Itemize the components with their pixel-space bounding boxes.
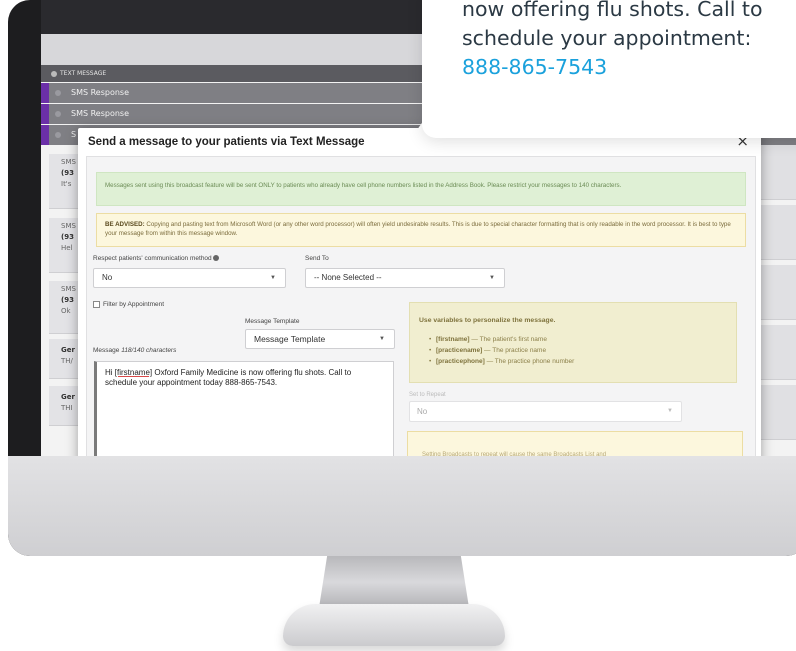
paste-warning-alert: BE ADVISED: Copying and pasting text fro… xyxy=(96,213,746,247)
row-dot-icon xyxy=(55,132,61,138)
message-line2: schedule your appointment today 888-865-… xyxy=(105,378,278,387)
respect-method-select[interactable]: No ▼ xyxy=(93,268,286,288)
repeat-select[interactable]: No ▼ xyxy=(409,401,682,422)
chat-bubble-icon xyxy=(51,70,57,77)
character-counter: 118/140 characters xyxy=(121,347,177,354)
filter-checkbox[interactable] xyxy=(93,301,100,308)
repeat-value: No xyxy=(417,407,428,416)
right-card xyxy=(761,385,796,440)
filter-by-appointment[interactable]: Filter by Appointment xyxy=(93,301,164,308)
repeat-label: Set to Repeat xyxy=(409,392,446,398)
respect-method-label-text: Respect patients' communication method xyxy=(93,255,212,262)
tab-text-message[interactable]: TEXT MESSAGE xyxy=(51,65,106,82)
bubble-phone: 888-865-7543 xyxy=(462,55,608,79)
bubble-line1: now offering flu shots. Call to xyxy=(462,0,763,21)
template-value: Message Template xyxy=(254,334,326,344)
chevron-down-icon: ▼ xyxy=(489,275,495,281)
monitor-chin xyxy=(8,456,796,556)
sms-response-label: SMS Response xyxy=(71,109,130,118)
card-text: TH/ xyxy=(61,357,73,365)
help-icon[interactable] xyxy=(213,255,220,261)
card-text: THI xyxy=(61,404,73,412)
sms-response-label: SMS Response xyxy=(71,88,130,97)
card-title: SMS xyxy=(61,222,76,230)
variable-item: [practicename] — The practice name xyxy=(429,347,547,354)
variables-panel: Use variables to personalize the message… xyxy=(409,302,737,383)
row-accent xyxy=(41,104,49,124)
sms-response-label: S xyxy=(71,130,77,139)
message-variable: [firstname] xyxy=(114,368,153,377)
chevron-down-icon: ▼ xyxy=(379,336,385,342)
send-to-label: Send To xyxy=(305,255,329,262)
right-card xyxy=(761,205,796,260)
row-dot-icon xyxy=(55,111,61,117)
right-card xyxy=(761,145,796,200)
bubble-line2: schedule your appointment: xyxy=(462,26,752,50)
chevron-down-icon: ▼ xyxy=(667,408,673,414)
send-to-select[interactable]: -- None Selected -- ▼ xyxy=(305,268,505,288)
send-to-value: -- None Selected -- xyxy=(314,273,382,282)
monitor-stand-base xyxy=(283,604,505,646)
chevron-down-icon: ▼ xyxy=(270,275,276,281)
message-prefix: Hi xyxy=(105,368,115,377)
variable-name: [practicephone] xyxy=(436,358,485,365)
message-label: Message 118/140 characters xyxy=(93,347,176,354)
variable-desc: — The patient's first name xyxy=(469,336,547,343)
message-template-select[interactable]: Message Template ▼ xyxy=(245,329,395,349)
delivery-info-alert: Messages sent using this broadcast featu… xyxy=(96,172,746,206)
warning-label: BE ADVISED: xyxy=(105,221,145,228)
card-text: Ok xyxy=(61,307,71,315)
message-line1: Oxford Family Medicine is now offering f… xyxy=(152,368,352,377)
variables-title: Use variables to personalize the message… xyxy=(419,317,556,324)
row-dot-icon xyxy=(55,90,61,96)
modal-title: Send a message to your patients via Text… xyxy=(88,136,365,148)
row-accent xyxy=(41,83,49,103)
filter-label: Filter by Appointment xyxy=(103,301,165,308)
tab-text-message-label: TEXT MESSAGE xyxy=(60,70,107,77)
card-text: It's xyxy=(61,180,72,188)
variable-desc: — The practice phone number xyxy=(484,358,575,365)
right-card xyxy=(761,265,796,320)
row-accent xyxy=(41,125,49,145)
variable-name: [practicename] xyxy=(436,347,483,354)
modal-body: Messages sent using this broadcast featu… xyxy=(86,156,756,456)
speech-bubble: now offering flu shots. Call to schedule… xyxy=(422,0,796,138)
respect-method-label: Respect patients' communication method xyxy=(93,255,220,262)
respect-method-value: No xyxy=(102,273,113,282)
warning-text: Copying and pasting text from Microsoft … xyxy=(105,221,731,237)
card-title: SMS xyxy=(61,285,76,293)
card-title: SMS xyxy=(61,158,76,166)
variable-item: [practicephone] — The practice phone num… xyxy=(429,358,575,365)
variable-desc: — The practice name xyxy=(482,347,547,354)
send-message-modal: Send a message to your patients via Text… xyxy=(78,128,761,456)
bubble-text: now offering flu shots. Call to schedule… xyxy=(462,0,763,82)
variable-item: [firstname] — The patient's first name xyxy=(429,336,547,343)
card-text: Hel xyxy=(61,244,73,252)
variable-name: [firstname] xyxy=(436,336,470,343)
repeat-warning: Setting Broadcasts to repeat will cause … xyxy=(407,431,743,456)
right-card xyxy=(761,325,796,380)
template-label: Message Template xyxy=(245,318,300,325)
message-label-text: Message xyxy=(93,347,120,354)
message-textarea[interactable]: Hi [firstname] Oxford Family Medicine is… xyxy=(94,361,394,456)
